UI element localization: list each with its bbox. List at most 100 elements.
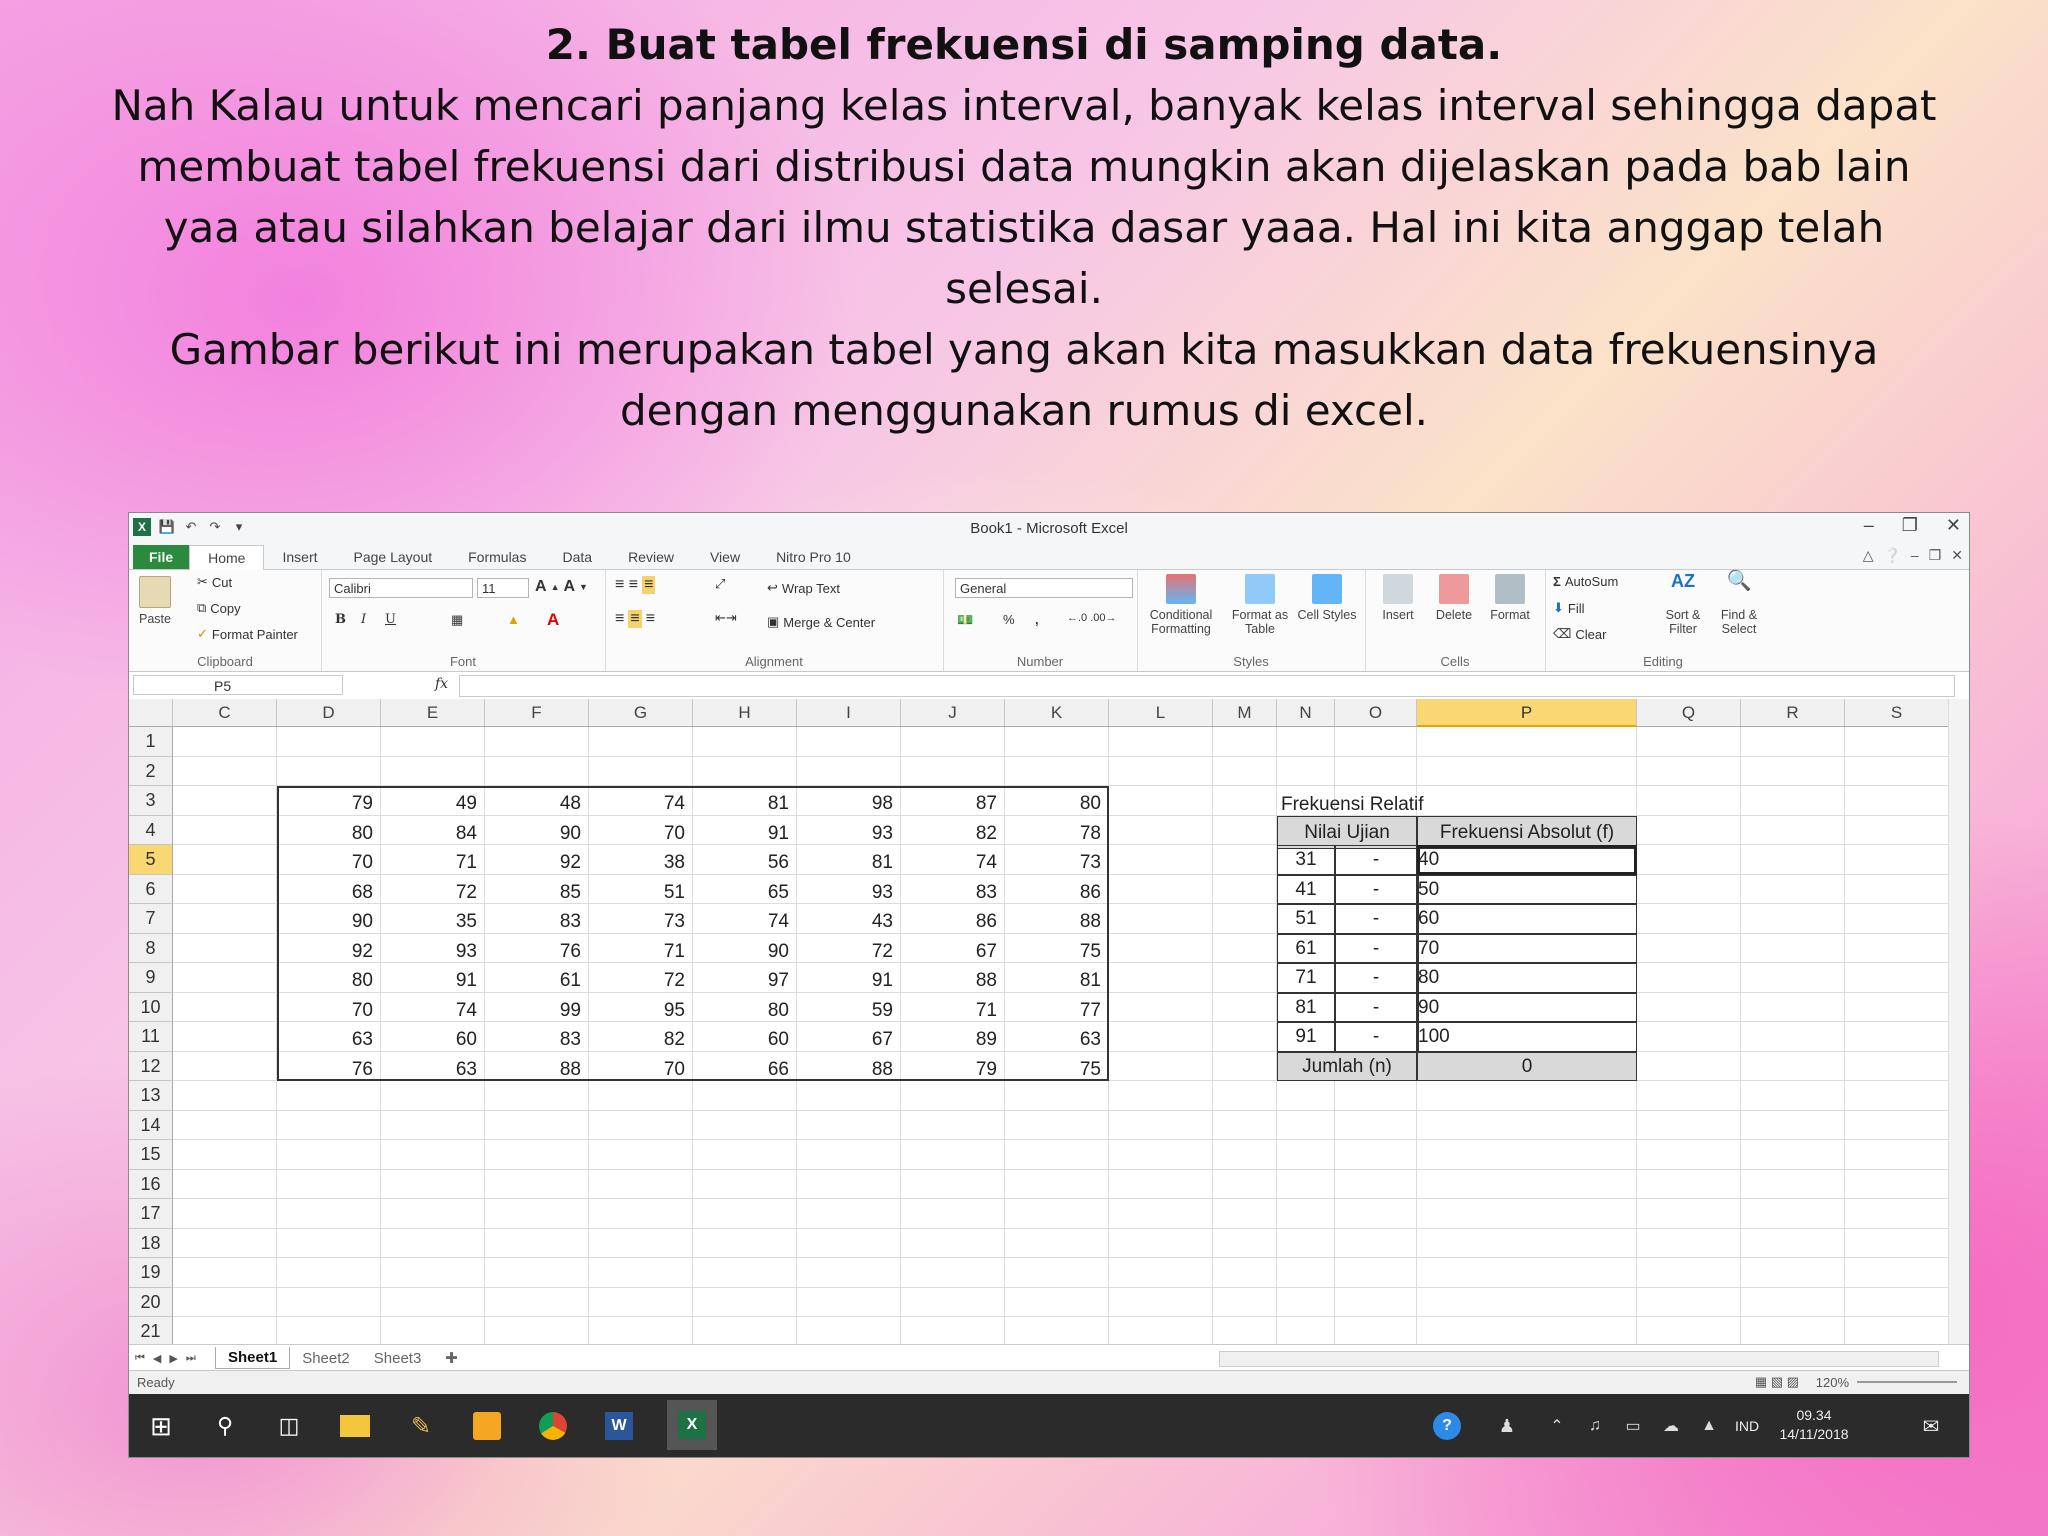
data-cell[interactable]: 99 [485, 996, 589, 1026]
data-cell[interactable]: 48 [485, 789, 589, 819]
paste-button[interactable]: Paste [135, 576, 175, 626]
interval-low[interactable]: 71 [1277, 963, 1335, 993]
frequency-input-cell[interactable] [1417, 933, 1637, 963]
italic-button[interactable]: I [361, 612, 366, 627]
data-cell[interactable]: 91 [797, 966, 901, 996]
name-box[interactable]: P5 [133, 675, 343, 695]
borders-icon[interactable]: ▦ [451, 612, 463, 628]
sheet-tab[interactable]: Sheet1 [215, 1347, 291, 1369]
data-cell[interactable]: 66 [693, 1055, 797, 1085]
grow-font-icon[interactable]: A ▲ A ▼ [535, 578, 588, 596]
currency-icon[interactable]: 💵 [957, 612, 973, 628]
copy-button[interactable]: ⧉ Copy [197, 600, 241, 616]
row-header[interactable]: 14 [129, 1110, 173, 1140]
column-header[interactable]: P [1417, 699, 1637, 727]
tab-insert[interactable]: Insert [264, 545, 335, 569]
underline-button[interactable]: U [385, 612, 396, 627]
search-icon[interactable]: ⚲ [207, 1408, 243, 1444]
data-cell[interactable]: 87 [901, 789, 1005, 819]
view-buttons-icon[interactable]: ▦ ▧ ▨ [1755, 1374, 1799, 1390]
data-cell[interactable]: 74 [381, 996, 485, 1026]
data-cell[interactable]: 70 [277, 996, 381, 1026]
data-cell[interactable]: 81 [1005, 966, 1109, 996]
zoom-slider[interactable] [1857, 1381, 1957, 1383]
data-cell[interactable]: 60 [381, 1025, 485, 1055]
row-header[interactable]: 2 [129, 756, 173, 786]
data-cell[interactable]: 88 [485, 1055, 589, 1085]
data-cell[interactable]: 92 [485, 848, 589, 878]
data-cell[interactable]: 75 [1005, 1055, 1109, 1085]
tab-page-layout[interactable]: Page Layout [336, 545, 451, 569]
data-cell[interactable]: 68 [277, 878, 381, 908]
formula-input[interactable] [459, 675, 1955, 697]
data-cell[interactable]: 73 [1005, 848, 1109, 878]
volume-icon[interactable]: ♫ [1577, 1408, 1613, 1444]
horizontal-scrollbar[interactable] [1219, 1351, 1939, 1367]
row-header[interactable]: 8 [129, 933, 173, 963]
restore-icon[interactable]: ❐ [1902, 515, 1918, 536]
wrap-text-button[interactable]: ↩ Wrap Text [767, 580, 840, 596]
interval-dash[interactable]: - [1335, 963, 1417, 993]
row-header[interactable]: 19 [129, 1258, 173, 1288]
top-align-icon[interactable]: ≡ ≡ ≡ [615, 576, 656, 594]
frequency-input-cell[interactable] [1417, 904, 1637, 934]
row-header[interactable]: 18 [129, 1228, 173, 1258]
data-cell[interactable]: 80 [277, 966, 381, 996]
row-header[interactable]: 11 [129, 1022, 173, 1052]
frequency-input-cell[interactable] [1417, 1022, 1637, 1052]
column-header[interactable]: M [1213, 699, 1277, 727]
row-header[interactable]: 12 [129, 1051, 173, 1081]
interval-dash[interactable]: - [1335, 933, 1417, 963]
column-header[interactable]: N [1277, 699, 1335, 727]
column-header[interactable]: Q [1637, 699, 1741, 727]
new-sheet-icon[interactable]: ✚ [433, 1347, 470, 1369]
tab-home[interactable]: Home [189, 545, 265, 570]
comma-button[interactable]: , [1035, 612, 1039, 627]
data-cell[interactable]: 38 [589, 848, 693, 878]
doc-restore-icon[interactable]: ❐ [1929, 547, 1942, 564]
windows-start-icon[interactable]: ⊞ [143, 1408, 179, 1444]
data-cell[interactable]: 79 [901, 1055, 1005, 1085]
clear-button[interactable]: ⌫ Clear [1553, 626, 1606, 642]
interval-dash[interactable]: - [1335, 1022, 1417, 1052]
align-left-icon[interactable]: ≡ ≡ ≡ [615, 610, 655, 628]
row-header[interactable]: 6 [129, 874, 173, 904]
cell-styles-button[interactable]: Cell Styles [1297, 574, 1357, 622]
column-header[interactable]: J [901, 699, 1005, 727]
frequency-input-cell[interactable] [1417, 874, 1637, 904]
data-cell[interactable]: 93 [797, 819, 901, 849]
column-header[interactable]: L [1109, 699, 1213, 727]
format-as-table-button[interactable]: Format as Table [1227, 574, 1293, 636]
row-header[interactable]: 15 [129, 1140, 173, 1170]
data-cell[interactable]: 70 [589, 1055, 693, 1085]
data-cell[interactable]: 83 [485, 907, 589, 937]
interval-low[interactable]: 61 [1277, 933, 1335, 963]
row-header[interactable]: 16 [129, 1169, 173, 1199]
interval-dash[interactable]: - [1335, 845, 1417, 875]
orientation-icon[interactable]: ⤢ [715, 576, 725, 592]
font-name-select[interactable]: Calibri [329, 578, 473, 598]
number-format-select[interactable]: General [955, 578, 1133, 598]
row-header[interactable]: 13 [129, 1081, 173, 1111]
data-cell[interactable]: 71 [589, 937, 693, 967]
data-cell[interactable]: 63 [277, 1025, 381, 1055]
help-circle-icon[interactable]: ? [1429, 1408, 1465, 1444]
column-header[interactable]: D [277, 699, 381, 727]
close-icon[interactable]: ✕ [1946, 515, 1961, 536]
data-cell[interactable]: 85 [485, 878, 589, 908]
data-cell[interactable]: 77 [1005, 996, 1109, 1026]
data-cell[interactable]: 56 [693, 848, 797, 878]
sort-filter-button[interactable]: AZ Sort & Filter [1655, 572, 1711, 636]
data-cell[interactable]: 65 [693, 878, 797, 908]
data-cell[interactable]: 86 [1005, 878, 1109, 908]
network-icon[interactable]: ▲ [1691, 1408, 1727, 1444]
zoom-level[interactable]: 120% [1816, 1375, 1849, 1390]
column-header[interactable]: I [797, 699, 901, 727]
sheet-tab[interactable]: Sheet2 [290, 1348, 362, 1369]
data-cell[interactable]: 76 [277, 1055, 381, 1085]
indent-icon[interactable]: ⇤⇥ [715, 610, 737, 626]
find-select-button[interactable]: 🔍 Find & Select [1711, 571, 1767, 636]
data-cell[interactable]: 84 [381, 819, 485, 849]
app-icon[interactable]: ✎ [403, 1408, 439, 1444]
data-cell[interactable]: 93 [381, 937, 485, 967]
